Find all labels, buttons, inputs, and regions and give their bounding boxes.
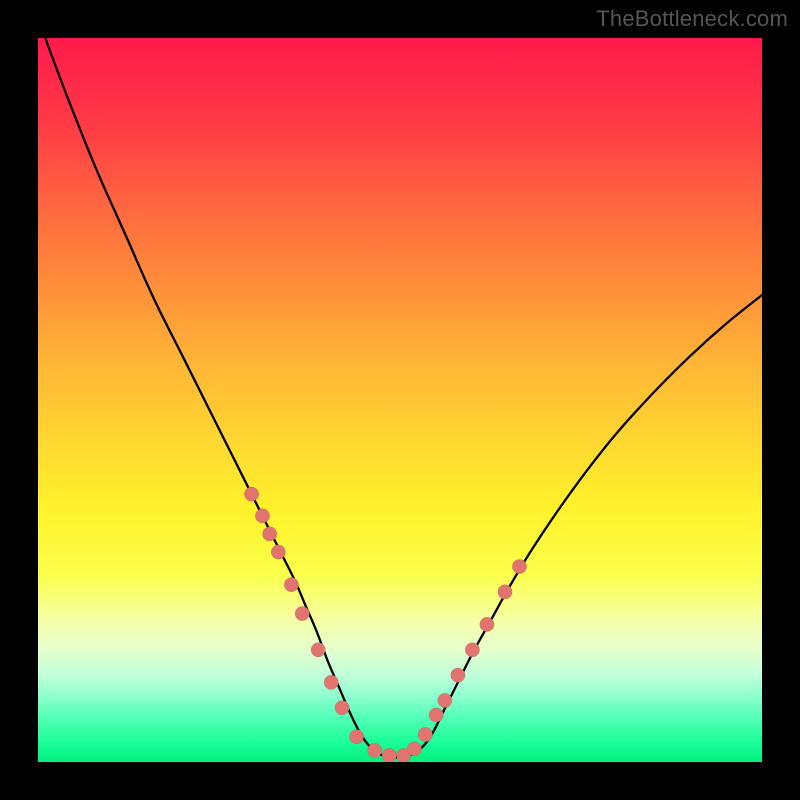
sample-dot <box>512 559 526 573</box>
sample-dot <box>255 509 269 523</box>
curve-svg <box>38 38 762 762</box>
bottleneck-curve <box>45 38 762 757</box>
sample-dot <box>271 545 285 559</box>
sample-dot <box>429 708 443 722</box>
plot-area <box>38 38 762 762</box>
sample-dot <box>349 729 363 743</box>
sample-dot <box>335 701 349 715</box>
sample-dot <box>382 748 396 762</box>
sample-dot <box>438 693 452 707</box>
sample-dot <box>451 668 465 682</box>
sample-dots <box>244 487 526 762</box>
sample-dot <box>418 727 432 741</box>
sample-dot <box>498 585 512 599</box>
sample-dot <box>407 742 421 756</box>
chart-frame: TheBottleneck.com <box>0 0 800 800</box>
watermark-text: TheBottleneck.com <box>596 6 788 32</box>
sample-dot <box>295 606 309 620</box>
sample-dot <box>284 577 298 591</box>
sample-dot <box>244 487 258 501</box>
sample-dot <box>324 675 338 689</box>
sample-dot <box>480 617 494 631</box>
sample-dot <box>465 643 479 657</box>
sample-dot <box>311 643 325 657</box>
sample-dot <box>367 743 381 757</box>
sample-dot <box>262 527 276 541</box>
